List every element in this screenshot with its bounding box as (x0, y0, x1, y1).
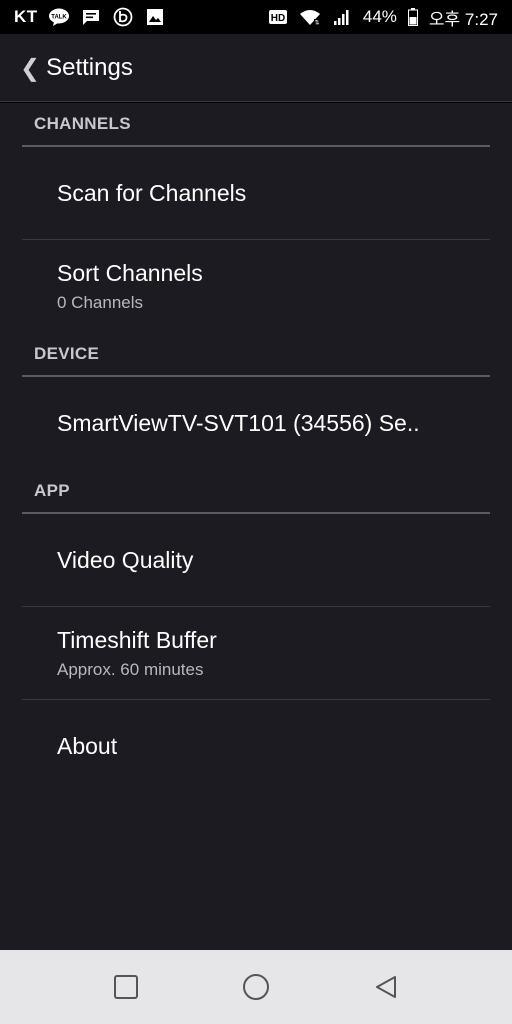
back-button[interactable]: ❮ Settings (20, 54, 133, 82)
home-button[interactable] (191, 950, 321, 1024)
item-title: Video Quality (57, 546, 194, 573)
home-icon (243, 974, 269, 1000)
clock: 오후 7:27 (428, 9, 498, 29)
list-item-about[interactable]: About (22, 700, 490, 793)
app-bar: ❮ Settings (0, 34, 512, 102)
battery-icon (407, 7, 419, 27)
list-item-scan-channels[interactable]: Scan for Channels (22, 147, 490, 240)
gallery-icon (144, 7, 166, 27)
hd-icon: HD (267, 7, 289, 27)
list-item-video-quality[interactable]: Video Quality (22, 514, 490, 607)
back-nav-button[interactable] (321, 950, 451, 1024)
status-right: HD ⇅ 44% 오후 7:27 (267, 5, 498, 30)
list-item-sort-channels[interactable]: Sort Channels 0 Channels (22, 240, 490, 333)
kakaotalk-icon: TALK (48, 7, 70, 27)
section-header-device: DEVICE (22, 333, 490, 377)
svg-text:HD: HD (271, 13, 285, 24)
section-header-app: APP (22, 470, 490, 514)
b-app-icon (112, 7, 134, 27)
item-summary: 0 Channels (57, 293, 144, 312)
settings-list: CHANNELS Scan for Channels Sort Channels… (0, 103, 512, 950)
svg-text:TALK: TALK (51, 15, 67, 21)
list-item-timeshift-buffer[interactable]: Timeshift Buffer Approx. 60 minutes (22, 607, 490, 700)
carrier-label: KT (14, 7, 38, 26)
navigation-bar (0, 950, 512, 1024)
back-icon (376, 976, 396, 998)
section-header-channels: CHANNELS (22, 103, 490, 147)
wifi-icon: ⇅ (299, 7, 321, 27)
battery-percent: 44% (362, 7, 397, 26)
item-title: SmartViewTV-SVT101 (34556) Se.. (57, 410, 420, 436)
item-title: Timeshift Buffer (57, 626, 217, 653)
chevron-left-icon: ❮ (20, 53, 41, 82)
recents-icon (114, 975, 138, 999)
svg-text:⇅: ⇅ (314, 21, 319, 27)
item-title: About (57, 733, 118, 759)
item-summary: Approx. 60 minutes (57, 659, 204, 679)
status-left: KT TALK (14, 7, 166, 27)
recents-button[interactable] (61, 950, 191, 1024)
signal-icon (331, 7, 353, 27)
list-item-device[interactable]: SmartViewTV-SVT101 (34556) Se.. (22, 377, 490, 470)
item-title: Sort Channels (57, 260, 203, 286)
status-bar: KT TALK HD ⇅ 44% 오후 7:27 (0, 0, 512, 34)
item-title: Scan for Channels (57, 179, 247, 206)
page-title: Settings (46, 53, 133, 81)
message-icon (80, 7, 102, 27)
